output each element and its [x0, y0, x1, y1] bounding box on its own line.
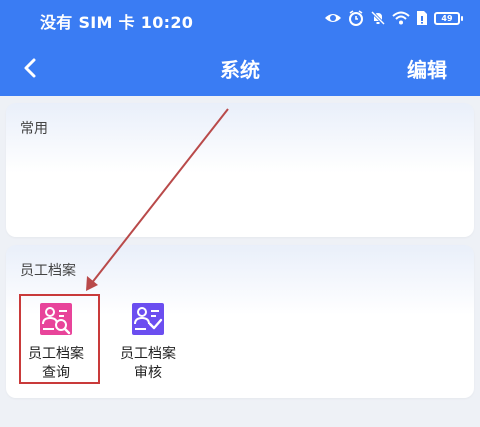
- common-section-title: 常用: [20, 121, 48, 137]
- mute-icon: [370, 10, 386, 26]
- app-label-line2: 审核: [134, 365, 162, 381]
- carrier-time: 没有 SIM 卡 10:20: [40, 13, 194, 32]
- battery-icon: 49: [434, 11, 463, 25]
- sim-icon: [417, 11, 427, 25]
- alarm-icon: [349, 10, 363, 26]
- status-icons: 49: [324, 9, 463, 27]
- eye-icon: [325, 14, 341, 22]
- status-bar: 没有 SIM 卡 10:20 49: [0, 0, 480, 36]
- archive-search-icon: [40, 303, 72, 335]
- archive-section-title: 员工档案: [20, 263, 76, 279]
- app-header: 没有 SIM 卡 10:20 49 系统 编辑: [0, 0, 480, 96]
- archive-review-app[interactable]: 员工档案 审核: [108, 296, 188, 383]
- common-section: 常用: [6, 103, 474, 237]
- app-label-line1: 员工档案: [28, 346, 84, 362]
- archive-query-app[interactable]: 员工档案 查询: [16, 296, 96, 383]
- app-label-line2: 查询: [42, 365, 70, 381]
- archive-review-icon: [132, 303, 164, 335]
- navbar: 系统 编辑: [0, 44, 480, 90]
- app-label-line1: 员工档案: [120, 346, 176, 362]
- wifi-icon: [392, 11, 410, 25]
- edit-button[interactable]: 编辑: [407, 54, 447, 83]
